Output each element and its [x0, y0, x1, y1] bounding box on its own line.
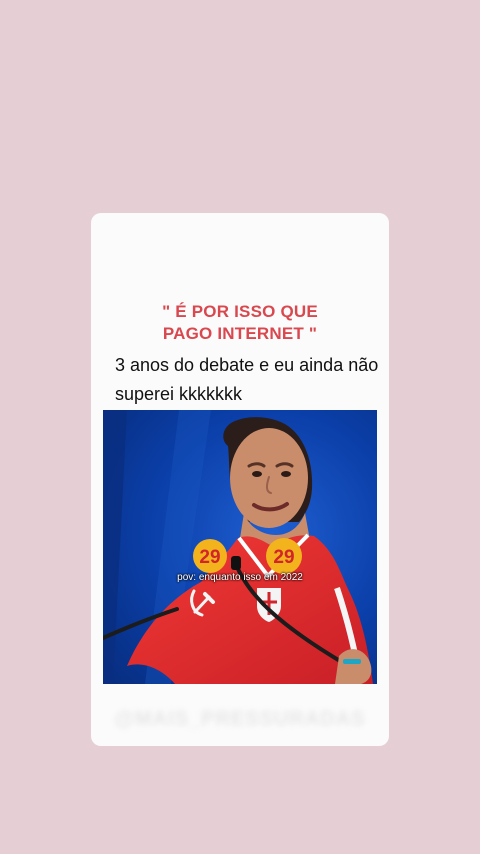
campaign-number-right: 29: [273, 547, 294, 568]
post-card[interactable]: " É POR ISSO QUE PAGO INTERNET " 3 anos …: [91, 213, 389, 746]
microphone: [231, 556, 241, 570]
video-overlay-caption: pov: enquanto isso em 2022: [177, 572, 303, 583]
blurred-watermark: @MAIS_PRESSURADAS: [114, 708, 366, 730]
speaker-image: 29 29: [103, 410, 377, 684]
video-thumbnail[interactable]: 29 29 pov: enquanto isso em 2022: [103, 410, 377, 684]
post-caption: 3 anos do debate e eu ainda não superei …: [115, 355, 379, 404]
right-eye: [281, 471, 291, 477]
wristband: [343, 659, 361, 664]
campaign-number-left: 29: [199, 547, 220, 568]
quote-line-2: PAGO INTERNET ": [162, 324, 318, 343]
quote-headline: " É POR ISSO QUE PAGO INTERNET ": [91, 301, 389, 345]
quote-line-1: " É POR ISSO QUE: [162, 302, 318, 321]
left-eye: [252, 471, 262, 477]
story-background: " É POR ISSO QUE PAGO INTERNET " 3 anos …: [0, 0, 480, 854]
